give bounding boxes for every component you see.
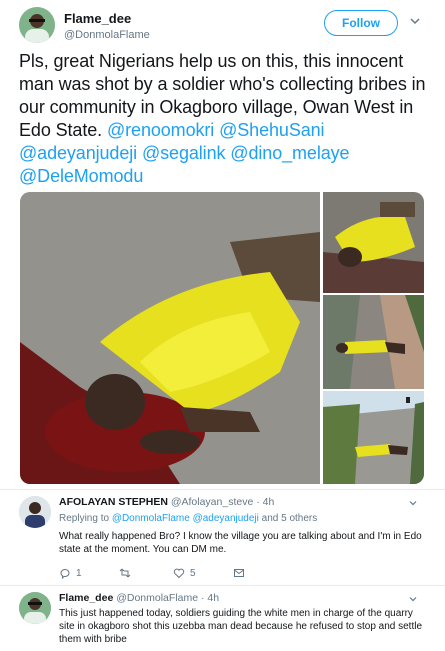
reply-timestamp[interactable]: · 4h — [256, 496, 274, 508]
photo-main[interactable] — [20, 192, 320, 484]
reply-text: What really happened Bro? I know the vil… — [59, 531, 422, 555]
mention-link[interactable]: @DeleMomodu — [19, 166, 143, 186]
like-button[interactable]: 5 — [173, 567, 233, 579]
mention-link[interactable]: @adeyanjudeji — [193, 513, 259, 524]
tweet-header: Flame_dee @DonmolaFlame Follow — [0, 0, 445, 50]
chevron-down-icon[interactable] — [408, 594, 418, 604]
reply-item[interactable]: Flame_dee @DonmolaFlame · 4h This just h… — [0, 586, 445, 651]
replying-suffix[interactable]: and 5 others — [262, 513, 318, 524]
chevron-down-icon[interactable] — [408, 498, 418, 508]
like-count: 5 — [190, 567, 196, 579]
reply-author[interactable]: AFOLAYAN STEPHEN @Afolayan_steve · 4h — [59, 496, 274, 508]
avatar[interactable] — [19, 7, 55, 43]
replying-prefix: Replying to — [59, 513, 110, 524]
reply-icon — [60, 569, 70, 579]
reply-count: 1 — [76, 567, 82, 579]
avatar[interactable] — [19, 496, 51, 528]
reply-author-handle[interactable]: @Afolayan_steve — [171, 496, 253, 508]
author-name[interactable]: Flame_dee — [64, 11, 131, 26]
avatar[interactable] — [19, 592, 51, 624]
photo-thumb-1[interactable] — [323, 192, 424, 293]
retweet-button[interactable] — [119, 567, 173, 579]
reply-item[interactable]: AFOLAYAN STEPHEN @Afolayan_steve · 4h Re… — [0, 490, 445, 585]
chevron-down-icon[interactable] — [408, 14, 422, 28]
message-icon — [234, 569, 244, 577]
reply-timestamp[interactable]: · 4h — [201, 592, 219, 604]
photo-thumb-3[interactable] — [323, 391, 424, 484]
photo-thumb-2[interactable] — [323, 295, 424, 389]
reply-author[interactable]: Flame_dee @DonmolaFlame · 4h — [59, 592, 219, 604]
mention-link[interactable]: @DonmolaFlame — [112, 513, 190, 524]
tweet-actions: 1 5 — [59, 566, 245, 580]
like-icon — [173, 568, 185, 579]
reply-text: This just happened today, soldiers guidi… — [59, 608, 423, 645]
reply-author-name[interactable]: AFOLAYAN STEPHEN — [59, 496, 168, 508]
tweet-text: Pls, great Nigerians help us on this, th… — [19, 50, 429, 188]
author-handle[interactable]: @DonmolaFlame — [64, 29, 150, 41]
media-grid — [20, 192, 424, 484]
mention-link[interactable]: @adeyanjudeji — [19, 143, 137, 163]
reply-button[interactable]: 1 — [59, 567, 119, 579]
mention-link[interactable]: @dino_melaye — [230, 143, 349, 163]
mention-link[interactable]: @renoomokri — [107, 120, 214, 140]
follow-button[interactable]: Follow — [324, 10, 398, 36]
mention-link[interactable]: @segalink — [142, 143, 226, 163]
replying-to: Replying to @DonmolaFlame @adeyanjudeji … — [59, 513, 317, 524]
mention-link[interactable]: @ShehuSani — [219, 120, 324, 140]
retweet-icon — [119, 568, 131, 578]
reply-author-name[interactable]: Flame_dee — [59, 592, 113, 604]
message-button[interactable] — [233, 567, 245, 579]
reply-author-handle[interactable]: @DonmolaFlame — [116, 592, 198, 604]
